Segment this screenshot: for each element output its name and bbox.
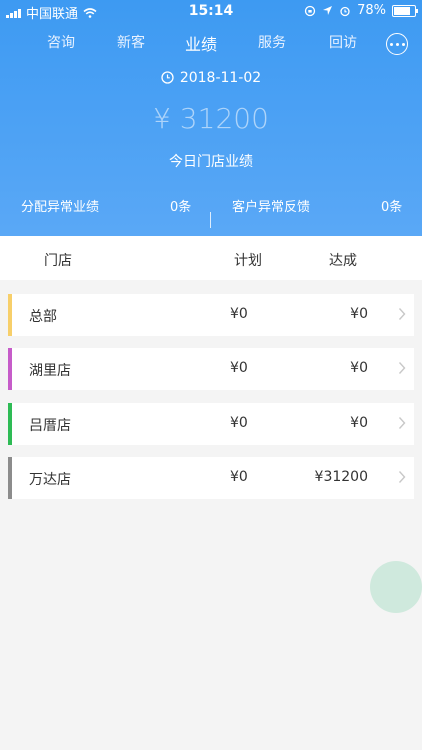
chevron-right-icon [398,417,406,429]
store-plan: ¥0 [230,360,248,376]
store-color-stripe [8,403,12,445]
store-name: 总部 [29,309,57,325]
date-text: 2018-11-02 [179,70,262,86]
tab-consult[interactable]: 咨询 [47,32,75,52]
store-plan: ¥0 [230,469,248,485]
store-achieved: ¥0 [350,360,368,376]
store-achieved: ¥0 [350,306,368,322]
today-amount: ¥ 31200 [153,102,269,135]
store-name: 湖里店 [29,363,71,379]
battery-icon [392,4,418,17]
chevron-right-icon [398,308,406,320]
lock-rotation-icon [304,5,316,16]
tab-service[interactable]: 服务 [258,32,286,52]
battery-percent: 78% [357,3,386,18]
store-row-lvcuo[interactable]: 吕厝店 ¥0 ¥0 [8,403,414,445]
floating-action-button[interactable] [370,561,422,613]
clock-icon [161,71,174,84]
store-plan: ¥0 [230,306,248,322]
kpi-divider [210,212,211,228]
column-achieved: 达成 [329,253,357,269]
store-color-stripe [8,294,12,336]
store-achieved: ¥31200 [314,469,368,485]
store-row-huli[interactable]: 湖里店 ¥0 ¥0 [8,348,414,390]
store-plan: ¥0 [230,415,248,431]
store-name: 吕厝店 [29,418,71,434]
abnormal-performance-label[interactable]: 分配异常业绩 [21,196,99,215]
store-row-wanda[interactable]: 万达店 ¥0 ¥31200 [8,457,414,499]
performance-header: 中国联通 15:14 78% 咨询 新客 业绩 服务 回访 2018-11-02… [0,0,422,236]
abnormal-performance-value[interactable]: 0条 [170,196,191,215]
store-color-stripe [8,348,12,390]
chevron-right-icon [398,471,406,483]
status-bar: 中国联通 15:14 78% [0,0,422,22]
column-plan: 计划 [234,253,262,269]
location-icon [323,6,333,15]
date-display[interactable]: 2018-11-02 [0,70,422,86]
chevron-right-icon [398,362,406,374]
more-dots-icon[interactable] [386,33,408,55]
abnormal-feedback-label[interactable]: 客户异常反馈 [232,196,310,215]
tab-performance[interactable]: 业绩 [185,31,217,55]
top-tab-bar: 咨询 新客 业绩 服务 回访 [0,32,422,56]
store-row-headquarters[interactable]: 总部 ¥0 ¥0 [8,294,414,336]
tab-new-customer[interactable]: 新客 [117,32,145,52]
table-header: 门店 计划 达成 [0,236,422,280]
store-name: 万达店 [29,472,71,488]
column-store: 门店 [44,253,72,269]
tab-return-visit[interactable]: 回访 [329,32,357,52]
abnormal-feedback-value[interactable]: 0条 [381,196,402,215]
alarm-icon [340,6,350,16]
store-achieved: ¥0 [350,415,368,431]
store-color-stripe [8,457,12,499]
today-amount-label: 今日门店业绩 [169,154,253,170]
